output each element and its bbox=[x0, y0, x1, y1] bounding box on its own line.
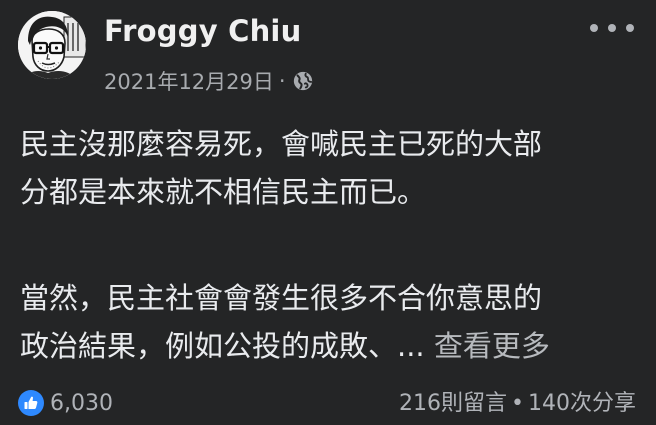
comment-count[interactable]: 216則留言 bbox=[399, 388, 507, 420]
stats-separator: • bbox=[511, 391, 524, 416]
post-text-line: 民主沒那麼容易死，會喊民主已死的大部 bbox=[20, 127, 543, 161]
author-name[interactable]: Froggy Chiu bbox=[104, 14, 301, 48]
post-footer: 6,030 216則留言 • 140次分享 bbox=[0, 388, 656, 420]
more-options-button[interactable] bbox=[590, 14, 634, 42]
share-count[interactable]: 140次分享 bbox=[528, 388, 636, 420]
meta-separator: · bbox=[278, 69, 286, 93]
like-count[interactable]: 6,030 bbox=[50, 388, 113, 420]
post-paragraph-2: 當然，民主社會會發生很多不合你意思的 政治結果，例如公投的成敗、... 查看更多 bbox=[20, 274, 640, 370]
avatar-image bbox=[18, 11, 86, 79]
post-text-line-with-more: 政治結果，例如公投的成敗、... 查看更多 bbox=[20, 322, 640, 370]
post-text-line: 分都是本來就不相信民主而已。 bbox=[20, 175, 427, 209]
globe-icon bbox=[293, 71, 312, 91]
avatar[interactable] bbox=[18, 11, 86, 79]
see-more-link[interactable]: 查看更多 bbox=[434, 329, 550, 363]
more-dot-icon bbox=[608, 24, 616, 32]
post-card: Froggy Chiu 2021年12月29日 · 民主沒那麼容易死，會喊民主已… bbox=[0, 0, 656, 425]
post-date[interactable]: 2021年12月29日 bbox=[104, 66, 274, 96]
post-meta: 2021年12月29日 · bbox=[104, 66, 314, 96]
post-paragraph-1: 民主沒那麼容易死，會喊民主已死的大部 分都是本來就不相信民主而已。 bbox=[20, 120, 640, 216]
post-text-line: 當然，民主社會會發生很多不合你意思的 bbox=[20, 281, 543, 315]
thumbs-up-glyph bbox=[24, 396, 38, 409]
more-dot-icon bbox=[590, 24, 598, 32]
more-dot-icon bbox=[626, 24, 634, 32]
thumbs-up-icon[interactable] bbox=[18, 390, 44, 416]
post-text-truncated: 政治結果，例如公投的成敗、... bbox=[20, 329, 425, 363]
engagement-stats: 216則留言 • 140次分享 bbox=[399, 388, 636, 420]
